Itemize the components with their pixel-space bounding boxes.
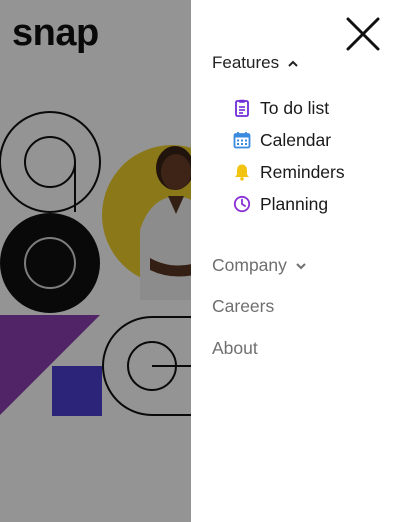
close-icon	[346, 17, 380, 51]
submenu-item-planning[interactable]: Planning	[233, 188, 345, 220]
submenu-item-reminders[interactable]: Reminders	[233, 156, 345, 188]
about-link[interactable]: About	[212, 338, 258, 359]
calendar-icon	[233, 131, 251, 149]
submenu-item-label: Planning	[260, 193, 329, 214]
bell-icon	[233, 163, 251, 181]
submenu-item-label: Reminders	[260, 161, 345, 182]
company-menu-toggle[interactable]: Company	[212, 255, 307, 276]
submenu-item-todo-list[interactable]: To do list	[233, 92, 345, 124]
clock-icon	[233, 195, 251, 213]
features-submenu: To do list Calendar Reminders Planning	[233, 92, 345, 220]
mobile-nav-drawer: Features To do list Calendar Reminders P…	[191, 0, 408, 522]
company-label: Company	[212, 255, 287, 275]
drawer-backdrop[interactable]	[0, 0, 191, 522]
submenu-item-calendar[interactable]: Calendar	[233, 124, 345, 156]
features-menu-toggle[interactable]: Features	[212, 53, 299, 73]
submenu-item-label: To do list	[260, 97, 330, 118]
features-label: Features	[212, 53, 280, 72]
chevron-up-icon	[288, 60, 298, 67]
submenu-item-label: Calendar	[260, 129, 332, 150]
close-menu-button[interactable]	[345, 16, 381, 52]
careers-link[interactable]: Careers	[212, 296, 274, 317]
todo-list-icon	[233, 99, 251, 117]
chevron-down-icon	[296, 262, 306, 269]
